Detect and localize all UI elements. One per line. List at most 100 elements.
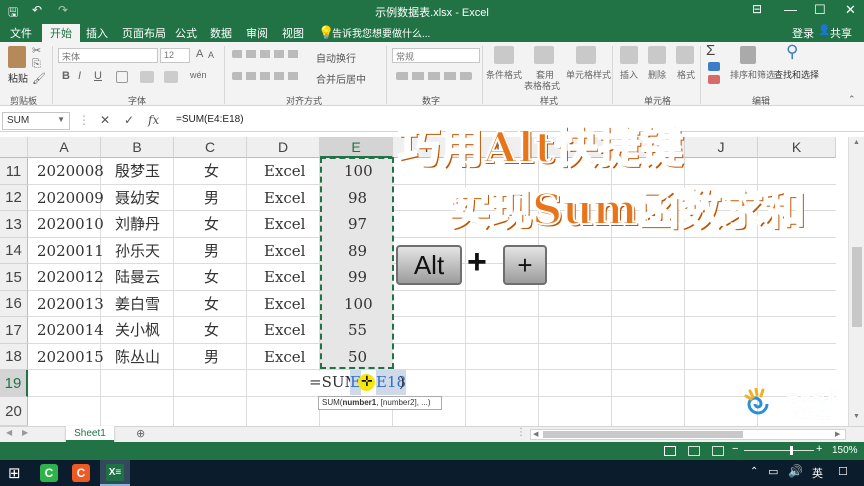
collapse-ribbon-icon[interactable]: ⌃	[848, 94, 856, 105]
delete-cells-button[interactable]: 删除	[648, 68, 666, 81]
column-header-b[interactable]: B	[101, 137, 174, 158]
vertical-scrollbar[interactable]: ▲ ▼	[848, 137, 864, 426]
cell-b14[interactable]: 孙乐天	[115, 238, 160, 264]
table-format-button-2[interactable]: 表格格式	[524, 79, 560, 92]
tab-formulas[interactable]: 公式	[175, 25, 197, 41]
column-header-a[interactable]: A	[28, 137, 101, 158]
formula-input[interactable]: =SUM(E4:E18)	[176, 114, 244, 125]
split-handle[interactable]: ⋮	[516, 427, 526, 438]
bold-button[interactable]: B	[62, 70, 70, 82]
align-top-icons[interactable]	[232, 50, 302, 58]
conditional-format-icon[interactable]	[494, 46, 514, 64]
maximize-button[interactable]: ☐	[814, 2, 826, 18]
excel-taskbar-button[interactable]: X≡	[100, 460, 130, 486]
cell-d15[interactable]: Excel	[264, 264, 305, 290]
sort-filter-button[interactable]: 排序和筛选	[730, 68, 775, 81]
close-button[interactable]: ✕	[845, 2, 856, 18]
cell-a18[interactable]: 2020015	[37, 344, 104, 370]
underline-button[interactable]: U	[94, 70, 102, 82]
page-layout-icon[interactable]	[688, 446, 700, 456]
scroll-up-icon[interactable]: ▲	[853, 139, 860, 146]
row-header-16[interactable]: 16	[0, 291, 28, 317]
font-size-select[interactable]: 12	[160, 48, 190, 63]
column-header-c[interactable]: C	[174, 137, 247, 158]
autosum-icon[interactable]: Σ	[706, 42, 715, 59]
column-header-e[interactable]: E	[320, 137, 393, 158]
horizontal-scrollbar[interactable]: ◀ ▶	[530, 429, 846, 440]
column-header-j[interactable]: J	[685, 137, 758, 158]
cell-c16[interactable]: 女	[204, 291, 219, 317]
tray-chevron-icon[interactable]: ⌃	[750, 466, 758, 477]
cell-style-icon[interactable]	[576, 46, 596, 64]
row-header-13[interactable]: 13	[0, 211, 28, 238]
cell-d11[interactable]: Excel	[264, 158, 305, 184]
tell-me-box[interactable]: 告诉我您想要做什么...	[332, 25, 430, 40]
enter-button[interactable]: ✓	[124, 113, 134, 127]
insert-cells-icon[interactable]	[620, 46, 638, 64]
copy-icon[interactable]: ⎘	[32, 58, 41, 71]
page-break-icon[interactable]	[712, 446, 724, 456]
windows-start-icon[interactable]: ⊞	[8, 464, 21, 482]
zoom-slider-handle[interactable]	[790, 446, 793, 455]
shrink-font-button[interactable]: A	[208, 50, 214, 60]
cell-b18[interactable]: 陈丛山	[115, 344, 160, 370]
wrap-text-button[interactable]: 自动换行	[316, 50, 356, 65]
cell-a12[interactable]: 2020009	[37, 185, 104, 211]
paste-button[interactable]: 粘贴	[8, 70, 28, 85]
fill-color-icon[interactable]	[140, 71, 154, 83]
cell-a13[interactable]: 2020010	[37, 211, 104, 237]
tab-data[interactable]: 数据	[210, 25, 232, 41]
format-painter-icon[interactable]: 🖌	[32, 72, 46, 85]
cell-d12[interactable]: Excel	[264, 185, 305, 211]
zoom-level[interactable]: 150%	[832, 445, 858, 456]
cell-d16[interactable]: Excel	[264, 291, 305, 317]
cell-b12[interactable]: 聂幼安	[115, 185, 160, 211]
table-format-icon[interactable]	[534, 46, 554, 64]
sheet-prev-icon[interactable]: ◀	[6, 428, 12, 437]
delete-cells-icon[interactable]	[648, 46, 666, 64]
camtasia-orange-icon[interactable]: C	[72, 464, 90, 482]
volume-icon[interactable]: 🔊	[788, 464, 803, 478]
cell-c11[interactable]: 女	[204, 158, 219, 184]
normal-view-icon[interactable]	[664, 446, 676, 456]
italic-button[interactable]: I	[78, 70, 81, 82]
insert-cells-button[interactable]: 插入	[620, 68, 638, 81]
scroll-left-icon[interactable]: ◀	[533, 430, 538, 438]
cancel-button[interactable]: ✕	[100, 113, 110, 127]
column-header-k[interactable]: K	[758, 137, 836, 158]
row-header-17[interactable]: 17	[0, 317, 28, 344]
cell-a14[interactable]: 2020011	[37, 238, 104, 264]
vertical-scroll-thumb[interactable]	[852, 247, 862, 327]
number-format-select[interactable]: 常规	[392, 48, 480, 63]
tab-insert[interactable]: 插入	[86, 25, 108, 41]
cell-a11[interactable]: 2020008	[37, 158, 104, 184]
cell-c14[interactable]: 男	[204, 238, 219, 264]
cell-d13[interactable]: Excel	[264, 211, 305, 237]
ribbon-options-icon[interactable]: ⊟	[752, 2, 762, 16]
input-language[interactable]: 英	[812, 465, 823, 481]
row-header-20[interactable]: 20	[0, 397, 28, 426]
row-header-18[interactable]: 18	[0, 344, 28, 370]
scroll-down-icon[interactable]: ▼	[853, 413, 860, 420]
cell-c17[interactable]: 女	[204, 317, 219, 343]
zoom-out-icon[interactable]: −	[732, 443, 738, 455]
font-name-select[interactable]: 宋体	[58, 48, 158, 63]
cell-b13[interactable]: 刘静丹	[115, 211, 160, 237]
cell-a15[interactable]: 2020012	[37, 264, 104, 290]
paste-icon[interactable]	[8, 46, 26, 68]
tab-home[interactable]: 开始	[42, 24, 80, 42]
sheet-tab-sheet1[interactable]: Sheet1	[66, 426, 114, 442]
find-select-icon[interactable]: ⚲	[786, 42, 798, 62]
format-cells-icon[interactable]	[676, 46, 694, 64]
zoom-slider[interactable]	[744, 450, 814, 451]
cell-a16[interactable]: 2020013	[37, 291, 104, 317]
active-cell-editor[interactable]: =SUM( E ✛ E18 )	[306, 370, 407, 396]
minimize-button[interactable]: —	[784, 2, 797, 17]
name-box[interactable]: SUM ▼	[2, 112, 70, 130]
select-all-corner[interactable]	[0, 137, 28, 158]
font-color-icon[interactable]	[164, 71, 178, 83]
sheet-next-icon[interactable]: ▶	[22, 428, 28, 437]
camtasia-green-icon[interactable]: C	[40, 464, 58, 482]
clear-icon[interactable]	[708, 75, 720, 84]
tab-review[interactable]: 审阅	[246, 25, 268, 41]
